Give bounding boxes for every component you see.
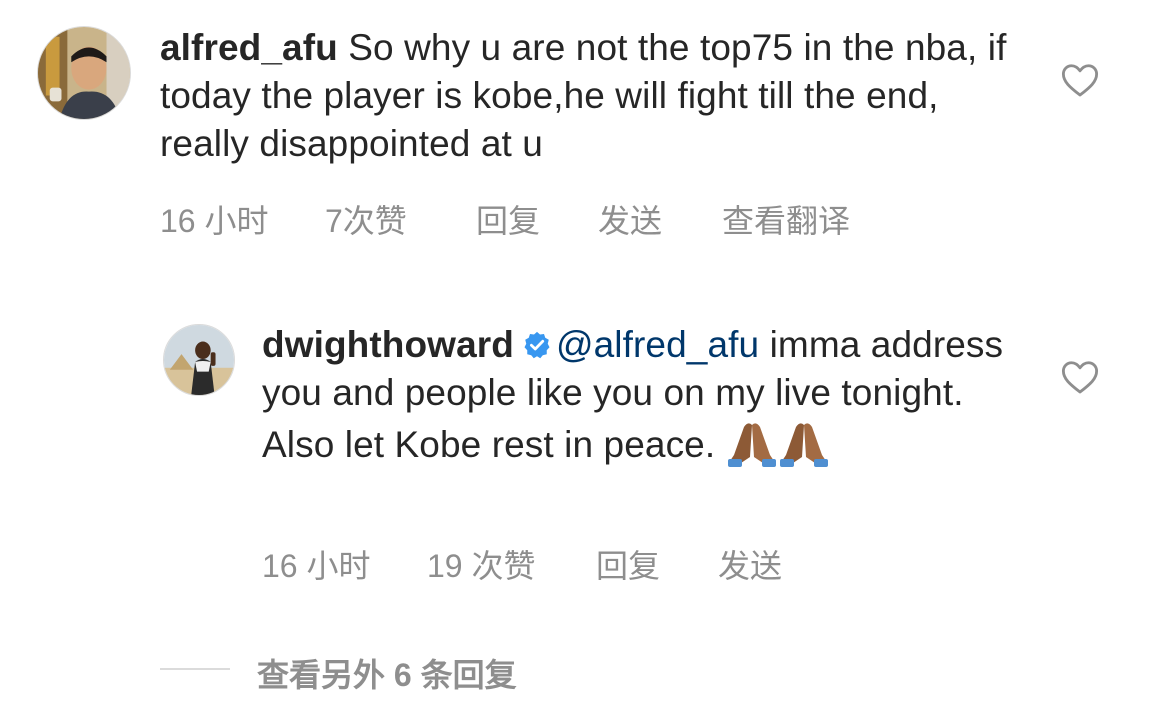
heart-outline-icon[interactable] (1061, 62, 1099, 98)
timestamp: 16 小时 (262, 548, 371, 584)
profile-photo (164, 325, 234, 395)
comment-text: alfred_afu So why u are not the top75 in… (160, 24, 1020, 168)
likes-count[interactable]: 7次赞 (325, 196, 407, 242)
profile-photo (38, 27, 130, 119)
reply-button[interactable]: 回复 (596, 541, 660, 587)
view-more-replies-label: 查看另外 6 条回复 (257, 657, 517, 693)
username-link[interactable]: alfred_afu (160, 27, 338, 68)
reply-button[interactable]: 回复 (476, 196, 540, 242)
send-button[interactable]: 发送 (718, 541, 782, 587)
verified-badge-icon (522, 324, 552, 359)
avatar[interactable] (37, 26, 131, 120)
mention-link[interactable]: @alfred_afu (556, 324, 759, 365)
folded-hands-emoji (726, 417, 778, 467)
folded-hands-emoji (778, 417, 830, 467)
see-translation-button[interactable]: 查看翻译 (722, 196, 850, 242)
avatar[interactable] (163, 324, 235, 396)
send-button[interactable]: 发送 (598, 196, 662, 242)
timestamp: 16 小时 (160, 203, 269, 239)
username-link[interactable]: dwighthoward (262, 324, 514, 365)
comment-text: dwighthoward @alfred_afu imma address you… (262, 321, 1042, 469)
likes-count[interactable]: 19 次赞 (427, 541, 536, 587)
divider-line (160, 668, 230, 670)
heart-outline-icon[interactable] (1061, 359, 1099, 395)
